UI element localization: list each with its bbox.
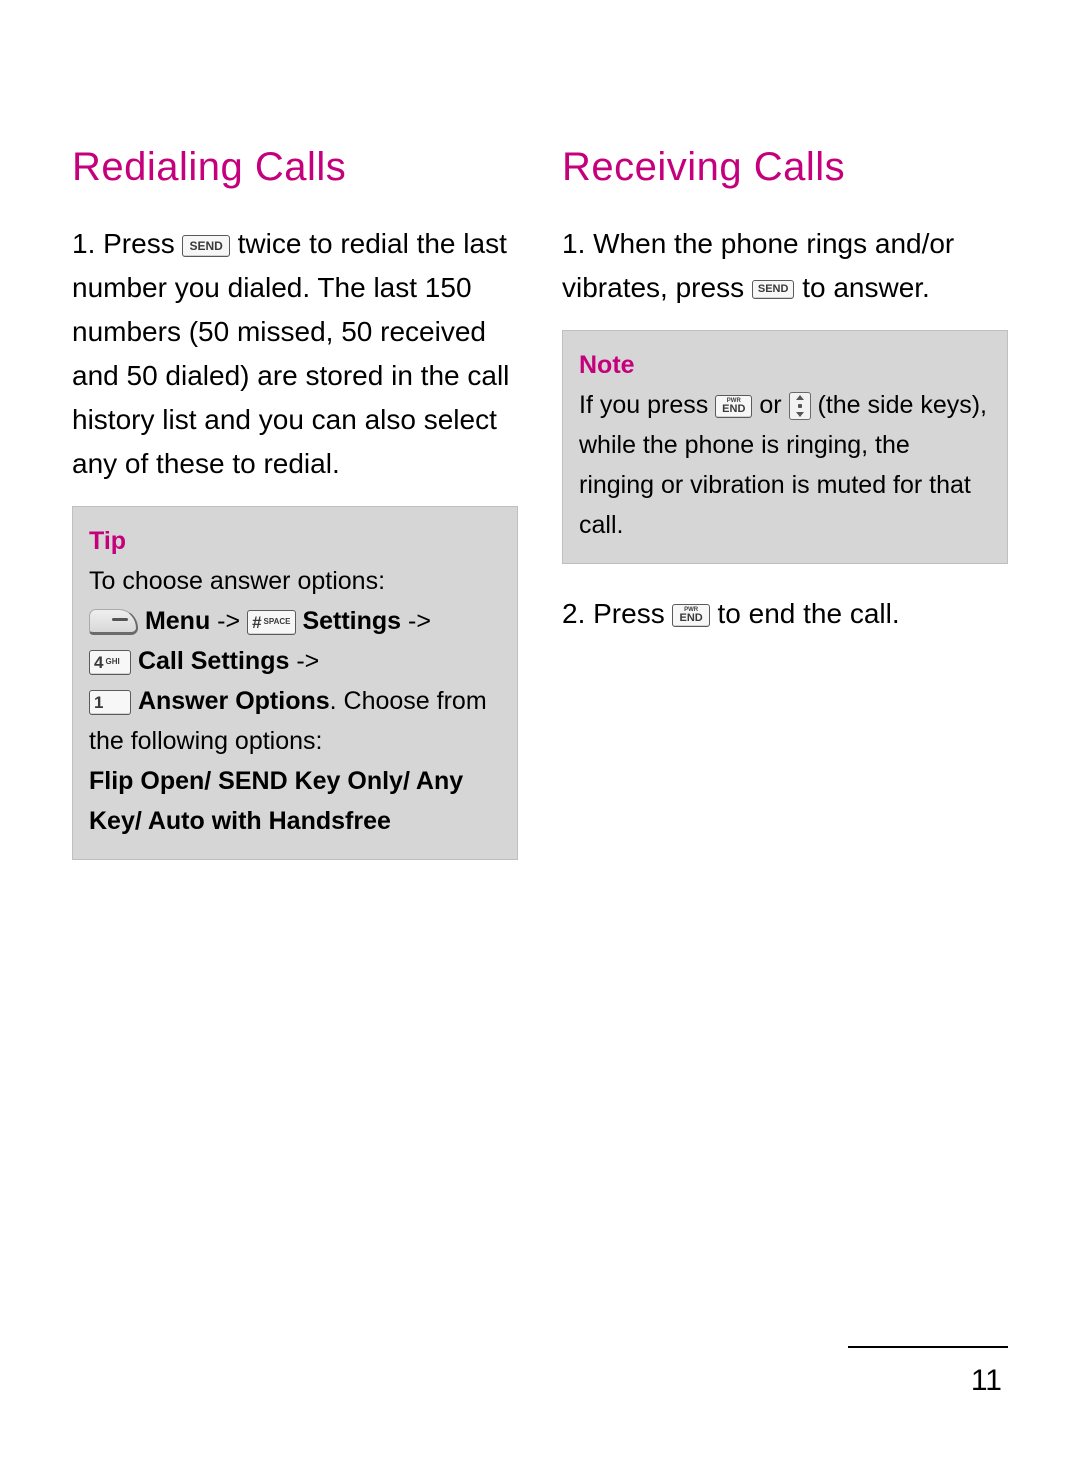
side-volume-key-icon [789, 392, 811, 420]
left-column: Redialing Calls 1. Press SEND twice to r… [72, 145, 518, 860]
key-sub: GHI [105, 658, 119, 666]
step-text: twice to redial the last number you dial… [72, 228, 509, 479]
page-number: 11 [971, 1364, 1002, 1398]
hash-key-icon: #SPACE [247, 610, 295, 635]
nav-menu: Menu [145, 607, 210, 635]
key-end: END [722, 404, 745, 415]
footer-rule [848, 1346, 1008, 1348]
note-body: If you press PWR END or (the side keys),… [579, 385, 991, 545]
note-text: If you press [579, 391, 715, 419]
note-callout: Note If you press PWR END or (the side k… [562, 330, 1008, 564]
arrow: -> [210, 607, 247, 635]
send-key-icon: SEND [182, 235, 229, 257]
two-column-layout: Redialing Calls 1. Press SEND twice to r… [72, 145, 1008, 860]
tip-nav-path-2: 4GHI Call Settings -> [89, 641, 501, 681]
tip-label: Tip [89, 521, 501, 561]
step-text: to end the call. [718, 598, 900, 629]
key-sub: SPACE [264, 618, 291, 626]
four-key-icon: 4GHI [89, 650, 131, 675]
tip-nav-path-3: 1 Answer Options. Choose from the follow… [89, 681, 501, 761]
key-end: END [679, 613, 702, 624]
note-label: Note [579, 345, 991, 385]
receive-step-1: 1. When the phone rings and/or vibrates,… [562, 222, 1008, 310]
nav-answer-options: Answer Options [138, 687, 330, 715]
key-sub [105, 698, 107, 706]
send-key-icon: SEND [752, 280, 795, 299]
key-main: 1 [94, 694, 103, 711]
arrow: -> [401, 607, 431, 635]
tip-callout: Tip To choose answer options: Menu -> #S… [72, 506, 518, 860]
step-text: to answer. [802, 272, 930, 303]
pwr-end-key-icon: PWR END [672, 604, 709, 627]
nav-call-settings: Call Settings [138, 647, 289, 675]
nav-settings: Settings [302, 607, 401, 635]
tip-intro: To choose answer options: [89, 561, 501, 601]
step-text: 1. Press [72, 228, 182, 259]
redial-step-1: 1. Press SEND twice to redial the last n… [72, 222, 518, 486]
pwr-end-key-icon: PWR END [715, 395, 752, 418]
key-main: 4 [94, 654, 103, 671]
right-column: Receiving Calls 1. When the phone rings … [562, 145, 1008, 860]
manual-page: Redialing Calls 1. Press SEND twice to r… [0, 0, 1080, 1460]
step-text: 2. Press [562, 598, 672, 629]
note-or: or [759, 391, 788, 419]
tip-options-list: Flip Open/ SEND Key Only/ Any Key/ Auto … [89, 761, 501, 841]
one-key-icon: 1 [89, 690, 131, 715]
key-main: # [252, 614, 261, 631]
heading-receiving-calls: Receiving Calls [562, 145, 1008, 190]
arrow: -> [289, 647, 319, 675]
heading-redialing-calls: Redialing Calls [72, 145, 518, 190]
tip-nav-path: Menu -> #SPACE Settings -> [89, 601, 501, 641]
receive-step-2: 2. Press PWR END to end the call. [562, 592, 1008, 636]
left-soft-key-icon [89, 609, 138, 635]
